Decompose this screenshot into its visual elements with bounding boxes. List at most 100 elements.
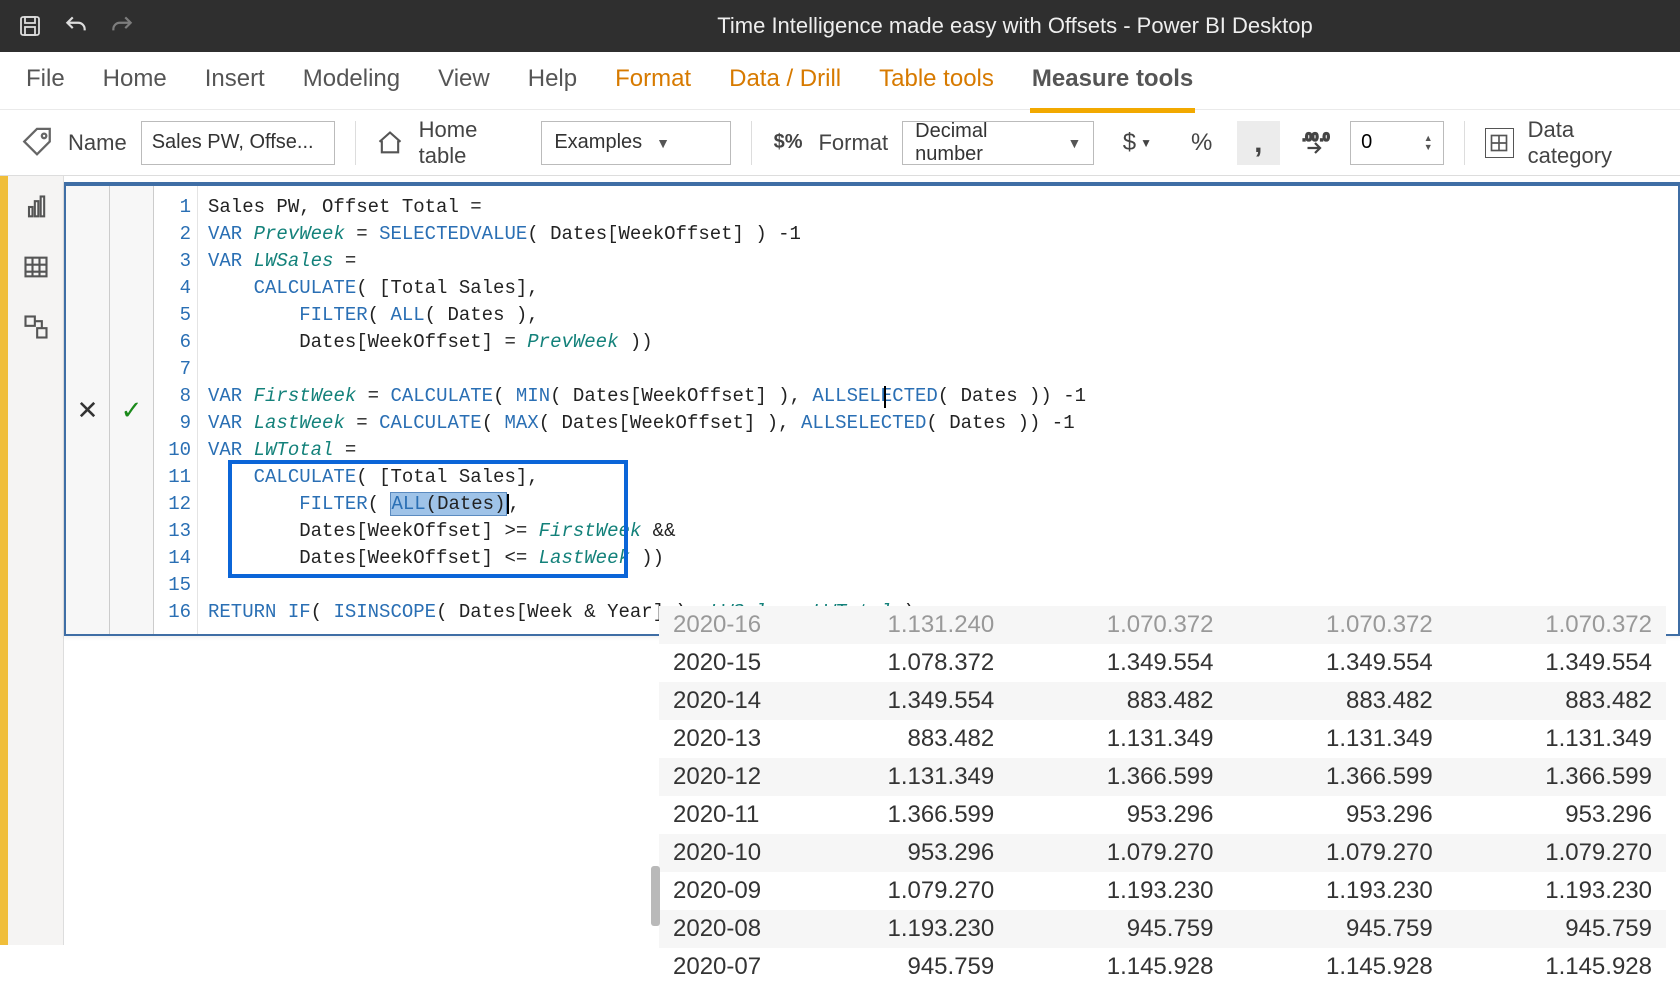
home-table-icon (376, 128, 405, 158)
separator (1464, 121, 1465, 165)
formula-bar[interactable]: ✕ ✓ 12345678910111213141516 Sales PW, Of… (64, 182, 1680, 636)
svg-text:.00: .00 (1302, 131, 1318, 143)
table-row[interactable]: 2020-121.131.3491.366.5991.366.5991.366.… (659, 758, 1666, 796)
ribbon-tabs: File Home Insert Modeling View Help Form… (0, 52, 1680, 110)
table-row[interactable]: 2020-141.349.554883.482883.482883.482 (659, 682, 1666, 720)
table-cell: 1.078.372 (789, 644, 1008, 682)
save-icon[interactable] (16, 12, 44, 40)
table-cell: 945.759 (1008, 910, 1227, 948)
table-cell: 1.131.349 (1228, 720, 1447, 758)
table-cell: 1.145.928 (1447, 948, 1666, 986)
format-label: Format (818, 130, 888, 156)
table-cell: 945.759 (1447, 910, 1666, 948)
chevron-down-icon: ▼ (1140, 136, 1152, 150)
selection-indicator (0, 176, 8, 945)
thousands-separator-button[interactable]: , (1237, 121, 1280, 165)
tab-file[interactable]: File (24, 59, 67, 103)
undo-icon[interactable] (62, 12, 90, 40)
table-cell: 1.131.349 (1008, 720, 1227, 758)
formula-commit-button[interactable]: ✓ (110, 186, 154, 634)
chevron-down-icon[interactable]: ▼ (1424, 143, 1433, 152)
table-cell: 1.193.230 (789, 910, 1008, 948)
format-fx-icon: $% (772, 126, 805, 160)
table-cell: 2020-07 (659, 948, 789, 986)
table-cell: 1.070.372 (1447, 606, 1666, 644)
report-canvas: Sal Su ✕ ✓ 12345678910111213141516 Sales… (64, 176, 1680, 945)
tab-measure-tools[interactable]: Measure tools (1030, 59, 1195, 103)
table-cell: 1.070.372 (1228, 606, 1447, 644)
table-cell: 945.759 (789, 948, 1008, 986)
table-cell: 883.482 (1228, 682, 1447, 720)
tab-format[interactable]: Format (613, 59, 693, 103)
table-row[interactable]: 2020-091.079.2701.193.2301.193.2301.193.… (659, 872, 1666, 910)
formula-cancel-button[interactable]: ✕ (66, 186, 110, 634)
table-cell: 2020-09 (659, 872, 789, 910)
tab-help[interactable]: Help (526, 59, 579, 103)
redo-icon[interactable] (108, 12, 136, 40)
table-cell: 1.349.554 (789, 682, 1008, 720)
percent-button[interactable]: % (1180, 121, 1223, 165)
table-cell: 953.296 (1008, 796, 1227, 834)
table-cell: 1.131.349 (1447, 720, 1666, 758)
table-cell: 953.296 (1228, 796, 1447, 834)
currency-button[interactable]: $▼ (1108, 121, 1166, 165)
table-cell: 1.079.270 (789, 872, 1008, 910)
tab-data-drill[interactable]: Data / Drill (727, 59, 843, 103)
table-row[interactable]: 2020-151.078.3721.349.5541.349.5541.349.… (659, 644, 1666, 682)
table-cell: 1.349.554 (1008, 644, 1227, 682)
separator (355, 121, 356, 165)
table-cell: 2020-14 (659, 682, 789, 720)
model-view-icon[interactable] (19, 310, 53, 344)
scrollbar-thumb[interactable] (651, 866, 660, 926)
result-table[interactable]: 2020-161.131.2401.070.3721.070.3721.070.… (659, 606, 1666, 986)
data-category-label: Data category (1528, 117, 1660, 169)
table-cell: 2020-08 (659, 910, 789, 948)
table-cell: 883.482 (789, 720, 1008, 758)
table-cell: 1.079.270 (1447, 834, 1666, 872)
table-row[interactable]: 2020-081.193.230945.759945.759945.759 (659, 910, 1666, 948)
table-row[interactable]: 2020-13883.4821.131.3491.131.3491.131.34… (659, 720, 1666, 758)
table-cell: 2020-10 (659, 834, 789, 872)
table-cell: 1.079.270 (1228, 834, 1447, 872)
table-cell: 883.482 (1008, 682, 1227, 720)
format-dropdown[interactable]: Decimal number ▼ (902, 121, 1094, 165)
report-view-icon[interactable] (19, 190, 53, 224)
tab-home[interactable]: Home (101, 59, 169, 103)
tab-view[interactable]: View (436, 59, 492, 103)
chevron-down-icon: ▼ (1067, 135, 1081, 151)
tab-table-tools[interactable]: Table tools (877, 59, 996, 103)
table-cell: 1.349.554 (1447, 644, 1666, 682)
view-rail (8, 176, 64, 945)
table-row[interactable]: 2020-07945.7591.145.9281.145.9281.145.92… (659, 948, 1666, 986)
window-title: Time Intelligence made easy with Offsets… (367, 13, 1312, 39)
table-cell: 1.366.599 (1447, 758, 1666, 796)
tab-modeling[interactable]: Modeling (301, 59, 402, 103)
table-cell: 953.296 (1447, 796, 1666, 834)
measure-name-input[interactable]: Sales PW, Offse... (141, 121, 335, 165)
table-cell: 1.131.240 (789, 606, 1008, 644)
home-table-dropdown[interactable]: Examples ▼ (541, 121, 730, 165)
table-cell: 1.193.230 (1447, 872, 1666, 910)
table-cell: 1.145.928 (1228, 948, 1447, 986)
table-cell: 1.070.372 (1008, 606, 1227, 644)
decimals-spinner[interactable]: 0 ▲▼ (1350, 121, 1444, 165)
table-cell: 2020-12 (659, 758, 789, 796)
data-view-icon[interactable] (19, 250, 53, 284)
table-row[interactable]: 2020-111.366.599953.296953.296953.296 (659, 796, 1666, 834)
svg-text:.0: .0 (1320, 131, 1329, 143)
table-cell: 1.079.270 (1008, 834, 1227, 872)
table-row[interactable]: 2020-161.131.2401.070.3721.070.3721.070.… (659, 606, 1666, 644)
table-cell: 2020-13 (659, 720, 789, 758)
table-cell: 1.366.599 (1228, 758, 1447, 796)
tab-insert[interactable]: Insert (203, 59, 267, 103)
table-cell: 2020-16 (659, 606, 789, 644)
table-row[interactable]: 2020-10953.2961.079.2701.079.2701.079.27… (659, 834, 1666, 872)
decrease-decimals-button[interactable]: .00.0 (1294, 121, 1337, 165)
name-tag-icon (20, 126, 54, 160)
table-cell: 953.296 (789, 834, 1008, 872)
decimals-value: 0 (1361, 131, 1372, 154)
table-cell: 1.366.599 (789, 796, 1008, 834)
formula-editor[interactable]: Sales PW, Offset Total = VAR PrevWeek = … (198, 186, 1678, 634)
separator (751, 121, 752, 165)
home-table-value: Examples (554, 131, 642, 154)
